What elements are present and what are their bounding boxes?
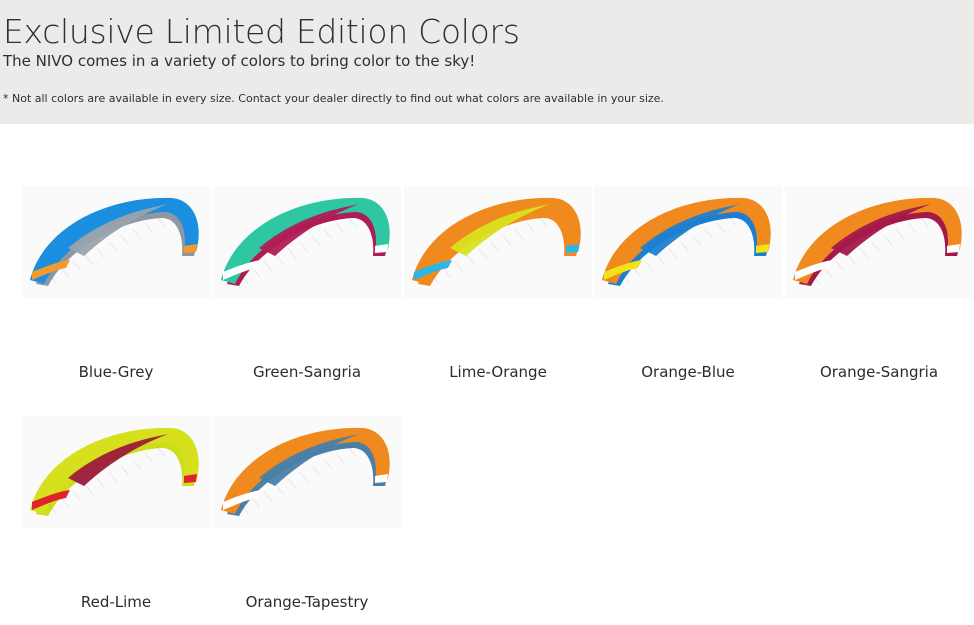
color-swatch-green-sangria[interactable]: Green-Sangria [213,186,401,386]
paraglider-wing-image [785,186,973,298]
paraglider-wing-image [594,186,782,298]
paraglider-wing-image [404,186,592,298]
page-title: Exclusive Limited Edition Colors [3,12,520,51]
paraglider-wing-image [22,186,210,298]
color-swatch-orange-blue[interactable]: Orange-Blue [594,186,782,386]
color-swatch-lime-orange[interactable]: Lime-Orange [404,186,592,386]
swatch-label: Orange-Tapestry [245,593,369,611]
color-swatch-orange-sangria[interactable]: Orange-Sangria [785,186,973,386]
swatch-label: Orange-Blue [641,363,735,381]
availability-note: * Not all colors are available in every … [3,92,664,105]
wing-graphic [30,427,199,516]
paraglider-wing-image [22,416,210,528]
wing-graphic [602,197,771,286]
paraglider-wing-image [213,186,401,298]
wing-graphic [221,427,390,516]
swatch-label: Orange-Sangria [819,363,939,381]
swatch-label: Red-Lime [80,593,152,611]
color-swatch-orange-tapestry[interactable]: Orange-Tapestry [213,416,401,616]
wing-graphic [793,197,962,286]
swatch-label: Green-Sangria [252,363,362,381]
wing-graphic [221,197,390,286]
page: Exclusive Limited Edition Colors The NIV… [0,0,974,625]
wing-graphic [412,197,581,286]
header-banner: Exclusive Limited Edition Colors The NIV… [0,0,974,124]
color-swatch-blue-grey[interactable]: Blue-Grey [22,186,210,386]
page-subtitle: The NIVO comes in a variety of colors to… [3,52,476,70]
wing-graphic [30,197,199,286]
swatch-label: Lime-Orange [449,363,547,381]
color-swatch-red-lime[interactable]: Red-Lime [22,416,210,616]
swatch-label: Blue-Grey [78,363,154,381]
paraglider-wing-image [213,416,401,528]
